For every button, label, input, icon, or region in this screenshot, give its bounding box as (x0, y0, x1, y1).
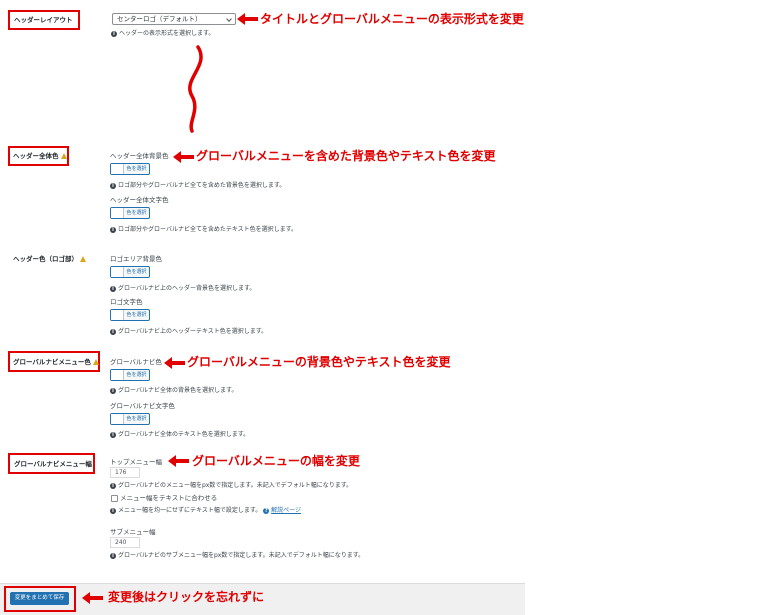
annotation-header-layout: タイトルとグローバルメニューの表示形式を変更 (260, 12, 524, 26)
header-layout-help: i ヘッダーの表示形式を選択します。 (111, 29, 214, 38)
chevron-down-icon (226, 16, 232, 22)
annotation-arrow-save (82, 592, 103, 604)
logo-bg-help: i グローバルナビ上のヘッダー背景色を選択します。 (110, 284, 255, 293)
color-swatch (111, 208, 124, 218)
header-layout-select-value: センターロゴ（デフォルト） (117, 15, 202, 23)
logo-text-help: i グローバルナビ上のヘッダーテキスト色を選択します。 (110, 327, 267, 336)
nav-bg-help: i グローバルナビ全体の背景色を選択します。 (110, 386, 237, 395)
section-label-header-overall: ヘッダー全体色 (13, 151, 67, 161)
info-icon: i (111, 31, 117, 37)
info-icon: i (110, 329, 116, 335)
fit-text-checkbox-label[interactable]: メニュー幅をテキストに合わせる (120, 494, 217, 503)
nav-text-color-button[interactable]: 色を選択 (110, 413, 150, 425)
annotation-arrow-header-overall (173, 151, 194, 163)
info-icon: i (110, 183, 116, 189)
top-menu-width-input[interactable]: 176 (110, 467, 140, 478)
color-swatch (111, 164, 124, 174)
color-swatch (111, 267, 124, 277)
color-swatch (111, 370, 124, 380)
info-icon: i (110, 227, 116, 233)
skip-indicator-wave (188, 45, 203, 133)
info-icon: i (110, 286, 116, 292)
info-icon: i (110, 483, 116, 489)
color-swatch (111, 414, 124, 424)
info-icon: i (110, 388, 116, 394)
annotation-global-nav-color: グローバルメニューの背景色やテキスト色を変更 (187, 355, 451, 369)
nav-bg-color-button[interactable]: 色を選択 (110, 369, 150, 381)
annotation-arrow-header-layout (237, 13, 258, 25)
annotation-global-nav-width: グローバルメニューの幅を変更 (192, 454, 360, 468)
sub-menu-width-help: i グローバルナビのサブメニュー幅をpx数で指定します。未記入でデフォルト幅になり… (110, 551, 364, 560)
header-bg-color-button[interactable]: 色を選択 (110, 163, 150, 175)
warning-icon (60, 153, 67, 159)
warning-icon (92, 359, 99, 365)
field-label-top-menu-width: トップメニュー幅 (110, 458, 162, 466)
logo-text-color-button[interactable]: 色を選択 (110, 309, 150, 321)
info-icon: i (110, 508, 116, 514)
section-label-global-nav-width: グローバルナビメニュー幅 (14, 460, 92, 468)
field-label-logo-text: ロゴ文字色 (110, 298, 143, 306)
section-label-header-logo: ヘッダー色（ロゴ部） (13, 254, 86, 264)
header-bg-help: i ロゴ部分やグローバルナビ全てを含めた背景色を選択します。 (110, 181, 285, 190)
save-all-button[interactable]: 変更をまとめて保存 (10, 592, 69, 605)
field-label-logo-bg: ロゴエリア背景色 (110, 255, 162, 263)
field-label-header-text: ヘッダー全体文字色 (110, 196, 169, 204)
fit-text-checkbox[interactable] (111, 495, 118, 502)
help-page-link[interactable]: ? 解説ページ (263, 507, 301, 514)
annotation-save: 変更後はクリックを忘れずに (108, 590, 265, 604)
logo-bg-color-button[interactable]: 色を選択 (110, 266, 150, 278)
section-label-header-layout: ヘッダーレイアウト (14, 16, 73, 24)
header-text-help: i ロゴ部分やグローバルナビ全てを含めたテキスト色を選択します。 (110, 225, 297, 234)
nav-text-help: i グローバルナビ全体のテキスト色を選択します。 (110, 430, 249, 439)
color-swatch (111, 310, 124, 320)
field-label-nav-text: グローバルナビ文字色 (110, 402, 175, 410)
field-label-header-bg: ヘッダー全体背景色 (110, 152, 169, 160)
annotation-arrow-global-nav-width (168, 455, 189, 467)
annotation-arrow-global-nav-color (164, 357, 185, 369)
header-text-color-button[interactable]: 色を選択 (110, 207, 150, 219)
help-icon: ? (263, 508, 270, 514)
annotation-header-overall: グローバルメニューを含めた背景色やテキスト色を変更 (196, 149, 496, 163)
fit-text-help: i メニュー幅を均一にせずにテキスト幅で設定します。 ? 解説ページ (110, 506, 301, 515)
warning-icon (80, 256, 86, 262)
sub-menu-width-input[interactable]: 240 (110, 537, 140, 548)
info-icon: i (110, 553, 116, 559)
field-label-nav-bg: グローバルナビ色 (110, 358, 162, 366)
field-label-sub-menu-width: サブメニュー幅 (110, 528, 156, 536)
header-layout-select[interactable]: センターロゴ（デフォルト） (112, 13, 236, 25)
info-icon: i (110, 432, 116, 438)
section-label-global-nav-color: グローバルナビメニュー色 (13, 357, 99, 367)
top-menu-width-help: i グローバルナビのメニュー幅をpx数で指定します。未記入でデフォルト幅になります… (110, 481, 352, 490)
